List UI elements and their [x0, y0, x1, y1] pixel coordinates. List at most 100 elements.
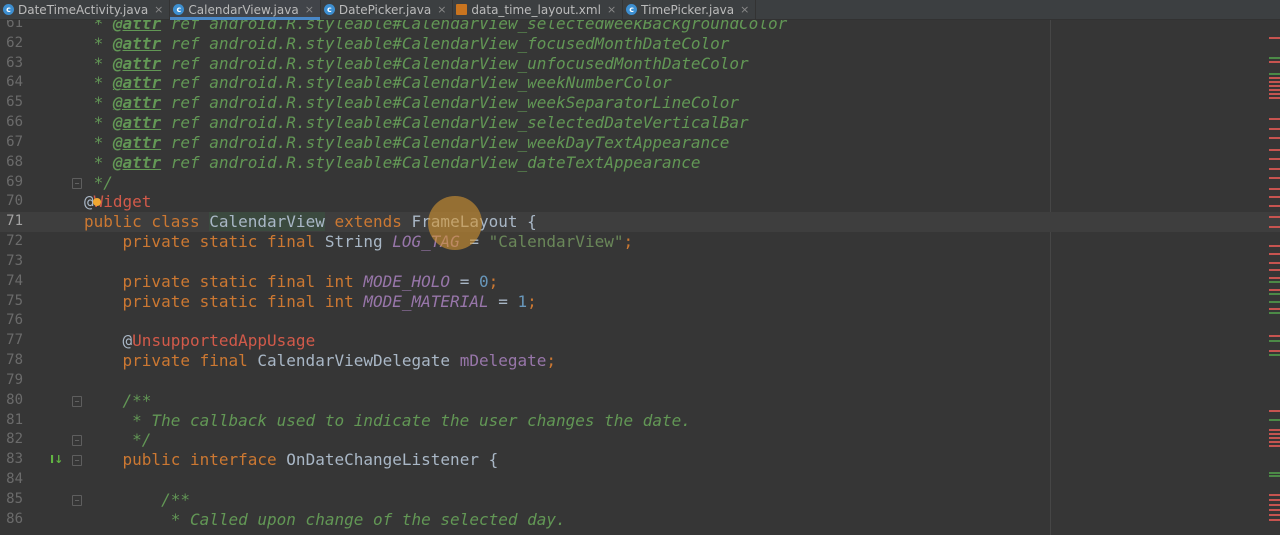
code-line[interactable]: 67 * @attr ref android.R.styleable#Calen… [0, 133, 1280, 153]
code-line[interactable]: 72 private static final String LOG_TAG =… [0, 232, 1280, 252]
scrollbar-marker[interactable] [1269, 196, 1280, 198]
intention-bulb-icon[interactable] [93, 198, 101, 206]
scrollbar-marker[interactable] [1269, 37, 1280, 39]
scrollbar-marker[interactable] [1269, 519, 1280, 521]
tab-data-time-layout-xml[interactable]: data_time_layout.xml × [453, 0, 624, 19]
close-tab-icon[interactable]: × [607, 3, 616, 16]
line-number[interactable]: 84 [0, 470, 23, 490]
line-number[interactable]: 70 [0, 192, 23, 212]
scrollbar-marker[interactable] [1269, 335, 1280, 337]
code-line[interactable]: 69 − */ [0, 173, 1280, 193]
line-number[interactable]: 63 [0, 54, 23, 74]
line-number[interactable]: 65 [0, 93, 23, 113]
scrollbar-marker[interactable] [1269, 308, 1280, 310]
scrollbar-marker[interactable] [1269, 354, 1280, 356]
code-line[interactable]: 65 * @attr ref android.R.styleable#Calen… [0, 93, 1280, 113]
code-line[interactable]: 62 * @attr ref android.R.styleable#Calen… [0, 34, 1280, 54]
close-tab-icon[interactable]: × [740, 3, 749, 16]
line-number[interactable]: 67 [0, 133, 23, 153]
scrollbar-marker[interactable] [1269, 504, 1280, 506]
scrollbar-marker[interactable] [1269, 509, 1280, 511]
scrollbar-marker[interactable] [1269, 216, 1280, 218]
code-line[interactable]: 76 [0, 311, 1280, 331]
close-tab-icon[interactable]: × [437, 3, 446, 16]
scrollbar-marker[interactable] [1269, 57, 1280, 59]
line-number[interactable]: 66 [0, 113, 23, 133]
code-line[interactable]: 63 * @attr ref android.R.styleable#Calen… [0, 54, 1280, 74]
fold-collapse-icon[interactable]: − [72, 494, 82, 506]
scrollbar-marker[interactable] [1269, 97, 1280, 99]
scrollbar-marker[interactable] [1269, 429, 1280, 431]
line-number[interactable]: 77 [0, 331, 23, 351]
line-number[interactable]: 72 [0, 232, 23, 252]
scrollbar-marker[interactable] [1269, 262, 1280, 264]
scrollbar-marker[interactable] [1269, 433, 1280, 435]
code-line[interactable]: 78 private final CalendarViewDelegate mD… [0, 351, 1280, 371]
code-line[interactable]: 74 private static final int MODE_HOLO = … [0, 272, 1280, 292]
scrollbar-marker[interactable] [1269, 301, 1280, 303]
code-line[interactable]: 79 [0, 371, 1280, 391]
scrollbar-marker[interactable] [1269, 419, 1280, 421]
scrollbar-marker[interactable] [1269, 289, 1280, 291]
tab-calendarview-java[interactable]: c CalendarView.java × [170, 0, 321, 20]
fold-collapse-icon[interactable]: − [72, 395, 82, 407]
line-number[interactable]: 62 [0, 34, 23, 54]
fold-collapse-icon[interactable]: − [72, 455, 82, 467]
error-stripe-scrollbar[interactable] [1267, 19, 1280, 535]
code-line[interactable]: 84 [0, 470, 1280, 490]
scrollbar-marker[interactable] [1269, 128, 1280, 130]
line-number[interactable]: 73 [0, 252, 23, 272]
scrollbar-marker[interactable] [1269, 118, 1280, 120]
implemented-interface-gutter-icon[interactable]: I↓ [50, 453, 63, 466]
scrollbar-marker[interactable] [1269, 350, 1280, 352]
scrollbar-marker[interactable] [1269, 188, 1280, 190]
line-number[interactable]: 78 [0, 351, 23, 371]
scrollbar-marker[interactable] [1269, 177, 1280, 179]
scrollbar-marker[interactable] [1269, 340, 1280, 342]
line-number[interactable]: 81 [0, 411, 23, 431]
line-number[interactable]: 82 [0, 430, 23, 450]
code-line[interactable]: 73 [0, 252, 1280, 272]
scrollbar-marker[interactable] [1269, 73, 1280, 75]
code-line[interactable]: 66 * @attr ref android.R.styleable#Calen… [0, 113, 1280, 133]
tab-datepicker-java[interactable]: c DatePicker.java × [321, 0, 454, 19]
line-number[interactable]: 68 [0, 153, 23, 173]
line-number[interactable]: 76 [0, 311, 23, 331]
scrollbar-marker[interactable] [1269, 293, 1280, 295]
scrollbar-marker[interactable] [1269, 312, 1280, 314]
scrollbar-marker[interactable] [1269, 168, 1280, 170]
scrollbar-marker[interactable] [1269, 81, 1280, 83]
close-tab-icon[interactable]: × [154, 3, 163, 16]
code-line[interactable]: 85 − /** [0, 490, 1280, 510]
scrollbar-marker[interactable] [1269, 205, 1280, 207]
tab-timepicker-java[interactable]: c TimePicker.java × [623, 0, 757, 19]
line-number[interactable]: 69 [0, 173, 23, 193]
scrollbar-marker[interactable] [1269, 472, 1280, 474]
scrollbar-marker[interactable] [1269, 245, 1280, 247]
code-line[interactable]: 77 @UnsupportedAppUsage [0, 331, 1280, 351]
scrollbar-marker[interactable] [1269, 494, 1280, 496]
code-line[interactable]: 80 − /** [0, 391, 1280, 411]
line-number[interactable]: 74 [0, 272, 23, 292]
scrollbar-marker[interactable] [1269, 269, 1280, 271]
scrollbar-marker[interactable] [1269, 77, 1280, 79]
scrollbar-marker[interactable] [1269, 158, 1280, 160]
scrollbar-marker[interactable] [1269, 441, 1280, 443]
fold-end-icon[interactable]: − [72, 177, 82, 189]
code-line[interactable]: 68 * @attr ref android.R.styleable#Calen… [0, 153, 1280, 173]
line-number[interactable]: 71 [0, 212, 23, 232]
scrollbar-marker[interactable] [1269, 277, 1280, 279]
close-tab-icon[interactable]: × [305, 3, 314, 16]
code-line[interactable]: 81 * The callback used to indicate the u… [0, 411, 1280, 431]
line-number[interactable]: 64 [0, 73, 23, 93]
scrollbar-marker[interactable] [1269, 437, 1280, 439]
line-number[interactable]: 83 [0, 450, 23, 470]
line-number[interactable]: 86 [0, 510, 23, 530]
scrollbar-marker[interactable] [1269, 281, 1280, 283]
scrollbar-marker[interactable] [1269, 61, 1280, 63]
scrollbar-marker[interactable] [1269, 514, 1280, 516]
scrollbar-marker[interactable] [1269, 137, 1280, 139]
line-number[interactable]: 85 [0, 490, 23, 510]
line-number[interactable]: 75 [0, 292, 23, 312]
scrollbar-marker[interactable] [1269, 410, 1280, 412]
